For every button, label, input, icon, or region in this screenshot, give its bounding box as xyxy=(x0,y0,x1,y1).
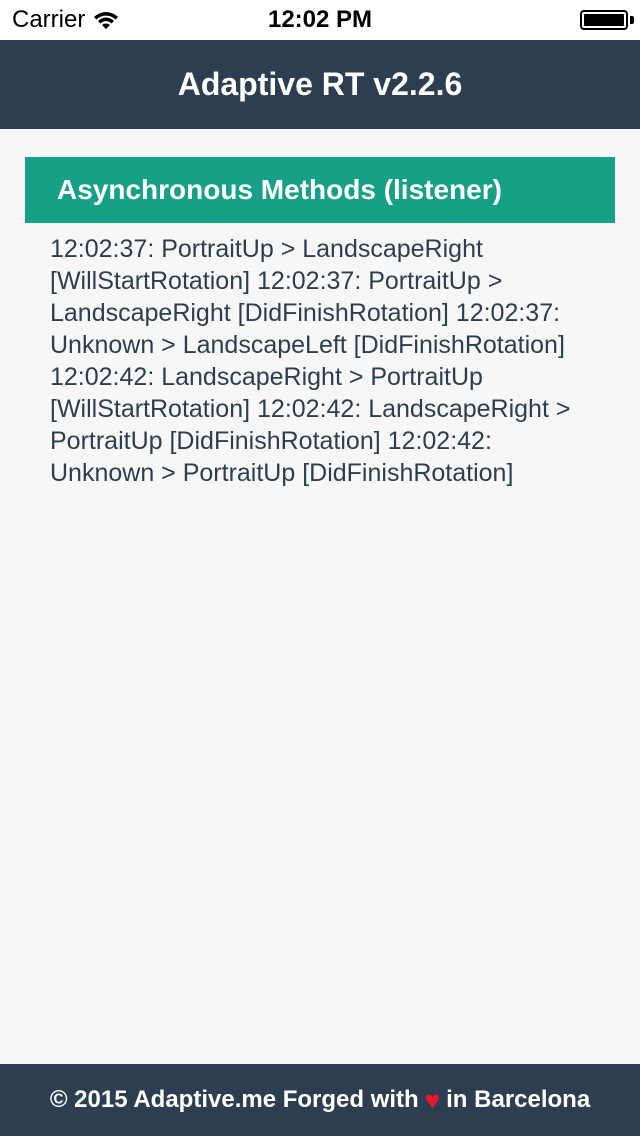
battery-full-icon xyxy=(580,10,628,30)
page-title: Adaptive RT v2.2.6 xyxy=(177,66,463,102)
section-header: Asynchronous Methods (listener) xyxy=(25,157,615,223)
footer: © 2015 Adaptive.me Forged with ♥ in Barc… xyxy=(0,1064,640,1136)
status-time: 12:02 PM xyxy=(267,6,373,33)
event-log-text: 12:02:37: PortraitUp > LandscapeRight [W… xyxy=(50,235,571,487)
heart-icon: ♥ xyxy=(424,1084,441,1115)
battery-fill xyxy=(584,14,624,26)
footer-suffix: in Barcelona xyxy=(446,1086,591,1113)
footer-prefix: © 2015 Adaptive.me Forged with xyxy=(49,1086,419,1113)
section-title: Asynchronous Methods (listener) xyxy=(57,174,502,205)
app-header: Adaptive RT v2.2.6 xyxy=(0,40,640,129)
status-bar: Carrier 12:02 PM xyxy=(0,0,640,40)
battery-tip xyxy=(630,16,634,24)
